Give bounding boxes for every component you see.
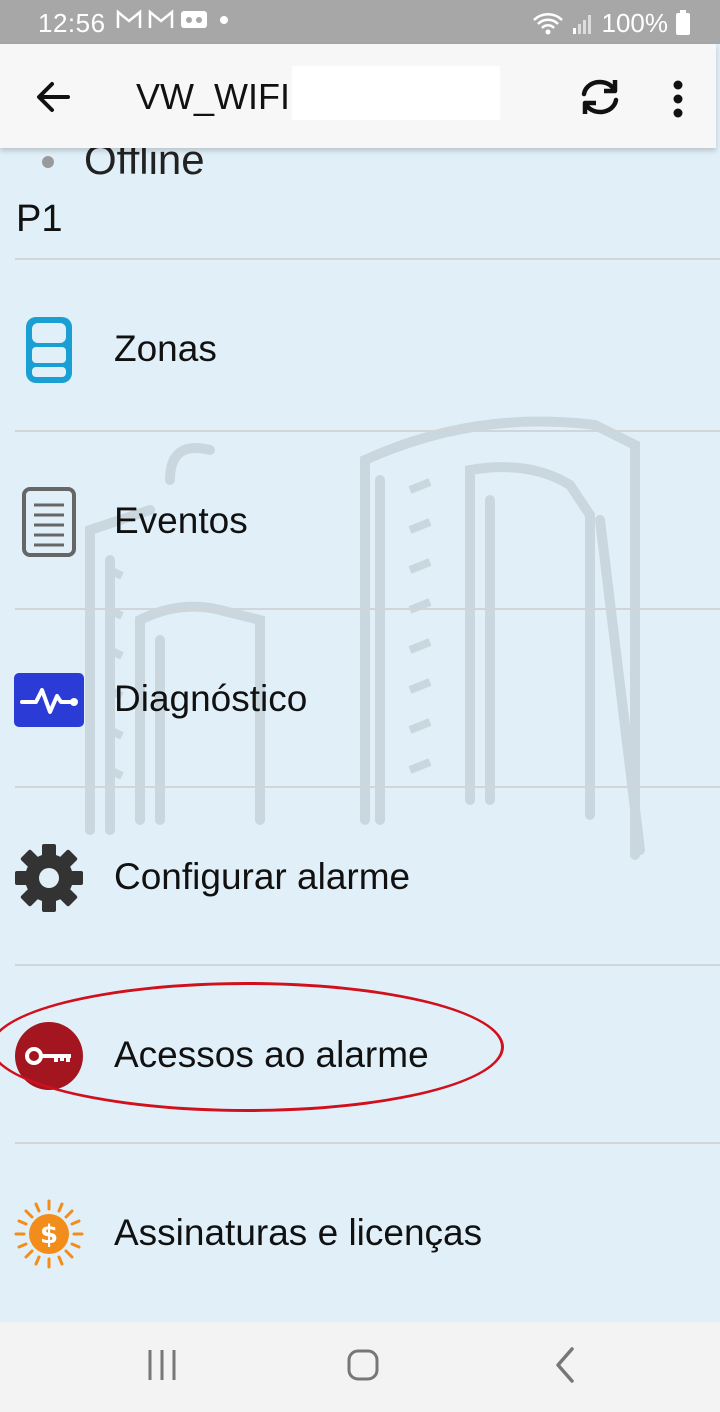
wifi-icon bbox=[532, 12, 563, 34]
status-dot bbox=[42, 156, 54, 168]
sync-icon[interactable] bbox=[574, 72, 626, 122]
menu-item-eventos[interactable]: Eventos bbox=[0, 434, 720, 610]
menu-label-eventos: Eventos bbox=[114, 500, 248, 541]
more-vert-icon[interactable] bbox=[660, 74, 696, 124]
sun-dollar-icon: $ bbox=[14, 1199, 84, 1269]
partition-label: P1 bbox=[16, 198, 63, 240]
divider bbox=[15, 430, 720, 432]
back-arrow-icon[interactable] bbox=[28, 72, 78, 122]
menu-label-configurar-alarme: Configurar alarme bbox=[114, 856, 411, 897]
highlight-ellipse bbox=[0, 982, 504, 1112]
redacted-title-area bbox=[292, 66, 500, 120]
battery-percent: 100% bbox=[601, 8, 669, 38]
recents-icon[interactable] bbox=[146, 1348, 178, 1382]
status-right: 100% bbox=[532, 8, 690, 39]
status-time: 12:56 bbox=[38, 8, 106, 38]
menu-item-assinaturas-e-licencas[interactable]: $ Assinaturas e licenças bbox=[0, 1146, 720, 1322]
document-list-icon bbox=[22, 487, 76, 557]
dot-icon bbox=[220, 16, 228, 24]
signal-icon bbox=[572, 14, 591, 34]
menu-label-zonas: Zonas bbox=[114, 328, 217, 369]
app-title: VW_WIFI bbox=[136, 76, 290, 117]
divider bbox=[15, 258, 720, 260]
gmail-icon bbox=[116, 9, 142, 28]
menu-label-assinaturas-e-licencas: Assinaturas e licenças bbox=[114, 1212, 483, 1253]
divider bbox=[15, 964, 720, 966]
menu-label-diagnostico: Diagnóstico bbox=[114, 678, 308, 719]
battery-icon bbox=[676, 9, 690, 35]
voicemail-icon bbox=[181, 11, 207, 28]
gear-icon bbox=[15, 844, 83, 912]
nav-bar bbox=[0, 1322, 720, 1412]
divider bbox=[15, 786, 720, 788]
gmail-icon bbox=[148, 9, 174, 28]
svg-text:$: $ bbox=[40, 1220, 58, 1250]
menu-item-diagnostico[interactable]: Diagnóstico bbox=[0, 612, 720, 788]
menu-item-zonas[interactable]: Zonas bbox=[0, 262, 720, 438]
menu-item-configurar-alarme[interactable]: Configurar alarme bbox=[0, 790, 720, 966]
divider bbox=[15, 608, 720, 610]
home-icon[interactable] bbox=[346, 1348, 380, 1382]
database-icon bbox=[26, 317, 72, 383]
back-chevron-icon[interactable] bbox=[552, 1346, 578, 1384]
divider bbox=[15, 1142, 720, 1144]
app-bar: VW_WIFI bbox=[0, 44, 716, 148]
notification-icons bbox=[116, 8, 234, 30]
status-bar: 12:56 100% bbox=[0, 0, 720, 44]
pulse-icon bbox=[14, 673, 84, 727]
